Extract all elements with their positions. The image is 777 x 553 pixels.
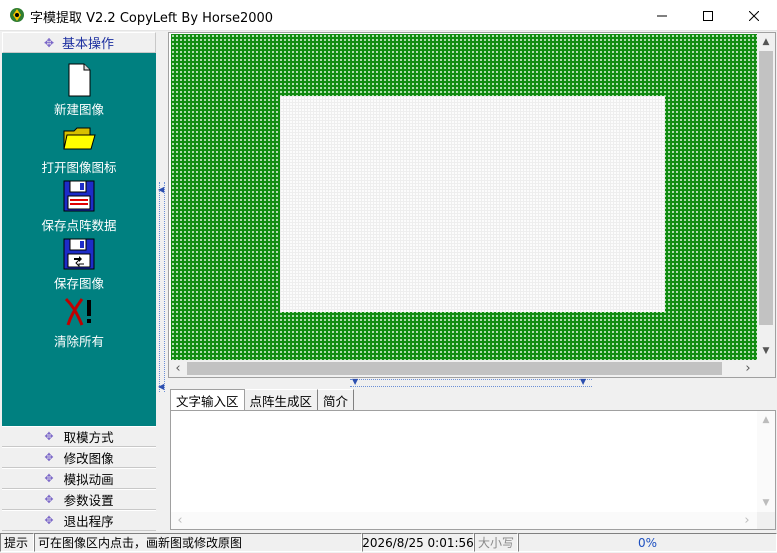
window-title: 字模提取 V2.2 CopyLeft By Horse2000	[30, 11, 274, 26]
triangle-left-icon: ◀	[158, 185, 165, 194]
chevron-icon: ✥	[43, 35, 55, 50]
scroll-down-icon[interactable]: ▼	[758, 343, 774, 359]
scroll-up-icon[interactable]: ▲	[758, 34, 774, 50]
triangle-down-icon: ▼	[352, 377, 359, 386]
canvas-horizontal-scrollbar[interactable]: ‹ ›	[169, 360, 757, 377]
save-image-disk-icon	[63, 238, 95, 270]
tool-label: 保存点阵数据	[41, 218, 117, 233]
title-bar: 字模提取 V2.2 CopyLeft By Horse2000	[0, 0, 777, 31]
tab-bar: 文字输入区 点阵生成区 简介	[170, 389, 355, 410]
sidebar: ✥ 基本操作 新建图像 打开图像图标 保存点阵数据 保存图像 清除所有 ✥ 取模…	[2, 32, 156, 532]
clear-all-icon	[64, 297, 91, 326]
section-title: 基本操作	[62, 37, 115, 52]
status-caps-lock: 大小写	[474, 533, 518, 552]
triangle-down-icon: ▼	[580, 377, 587, 386]
chevron-icon: ✥	[44, 472, 54, 485]
close-icon	[749, 10, 759, 21]
tool-label: 清除所有	[53, 334, 104, 349]
section-label: 模拟动画	[63, 472, 114, 487]
scroll-up-icon[interactable]: ▲	[758, 412, 774, 428]
text-input-area[interactable]: ▲ ▼ ‹ ›	[170, 410, 776, 530]
scroll-down-icon[interactable]: ▼	[758, 495, 774, 511]
status-progress: 0%	[518, 533, 777, 552]
maximize-button[interactable]	[685, 0, 731, 31]
section-label: 退出程序	[63, 514, 114, 529]
status-hint-label: 提示	[0, 533, 34, 552]
image-area[interactable]	[280, 96, 665, 312]
dot-matrix-grid[interactable]	[171, 34, 757, 360]
tab-matrix-output[interactable]: 点阵生成区	[244, 389, 319, 410]
image-canvas-frame: ▲ ▼ ‹ ›	[168, 32, 776, 378]
save-data-disk-icon	[63, 180, 95, 212]
section-sampling-mode[interactable]: ✥ 取模方式	[2, 426, 156, 447]
section-basic-operations[interactable]: ✥ 基本操作	[2, 32, 156, 53]
chevron-icon: ✥	[44, 493, 54, 506]
scroll-left-icon[interactable]: ‹	[172, 512, 188, 528]
minimize-button[interactable]	[639, 0, 685, 31]
section-exit-program[interactable]: ✥ 退出程序	[2, 510, 156, 531]
tool-label: 保存图像	[53, 276, 104, 291]
section-edit-image[interactable]: ✥ 修改图像	[2, 447, 156, 468]
scroll-right-icon[interactable]: ›	[739, 512, 755, 528]
app-logo-icon	[10, 8, 24, 22]
tab-about[interactable]: 简介	[318, 389, 355, 410]
section-parameter-settings[interactable]: ✥ 参数设置	[2, 489, 156, 510]
new-image-button[interactable]: 新建图像	[2, 63, 156, 118]
maximize-icon	[703, 10, 713, 21]
scroll-corner	[757, 512, 775, 529]
close-button[interactable]	[731, 0, 777, 31]
open-image-icon-button[interactable]: 打开图像图标	[2, 121, 156, 176]
chevron-icon: ✥	[44, 514, 54, 527]
horizontal-splitter[interactable]: ▼ ▼	[350, 377, 592, 387]
scroll-thumb[interactable]	[759, 51, 773, 325]
triangle-left-icon: ◀	[158, 382, 165, 391]
scroll-thumb[interactable]	[187, 362, 722, 375]
chevron-icon: ✥	[44, 451, 54, 464]
scroll-corner	[757, 360, 775, 377]
tool-label: 打开图像图标	[41, 160, 117, 175]
minimize-icon	[657, 15, 667, 16]
status-datetime: 2026/8/25 0:01:56	[362, 533, 474, 552]
tab-label: 文字输入区	[176, 393, 239, 409]
status-bar: 提示 可在图像区内点击，画新图或修改原图 2026/8/25 0:01:56 大…	[0, 533, 777, 553]
section-label: 取模方式	[63, 430, 114, 445]
text-vertical-scrollbar[interactable]: ▲ ▼	[757, 411, 775, 512]
clear-all-button[interactable]: 清除所有	[2, 295, 156, 350]
tool-panel: 新建图像 打开图像图标 保存点阵数据 保存图像 清除所有	[2, 53, 156, 426]
scroll-left-icon[interactable]: ‹	[170, 360, 186, 376]
tab-text-input[interactable]: 文字输入区	[170, 389, 245, 410]
vertical-splitter[interactable]: ◀ ◀	[157, 32, 167, 532]
status-hint-text: 可在图像区内点击，画新图或修改原图	[34, 533, 362, 552]
canvas-vertical-scrollbar[interactable]: ▲ ▼	[757, 33, 775, 360]
section-simulate-animation[interactable]: ✥ 模拟动画	[2, 468, 156, 489]
tab-label: 简介	[323, 393, 349, 409]
section-label: 修改图像	[63, 451, 114, 466]
chevron-icon: ✥	[44, 430, 54, 443]
open-folder-icon	[63, 127, 96, 150]
new-document-icon	[68, 63, 91, 97]
tool-label: 新建图像	[53, 102, 104, 117]
section-label: 参数设置	[63, 493, 114, 508]
scroll-right-icon[interactable]: ›	[740, 360, 756, 376]
splitter-grip[interactable]	[159, 182, 165, 392]
text-horizontal-scrollbar[interactable]: ‹ ›	[171, 512, 757, 529]
save-image-button[interactable]: 保存图像	[2, 237, 156, 292]
tab-label: 点阵生成区	[249, 393, 313, 409]
save-matrix-data-button[interactable]: 保存点阵数据	[2, 179, 156, 234]
